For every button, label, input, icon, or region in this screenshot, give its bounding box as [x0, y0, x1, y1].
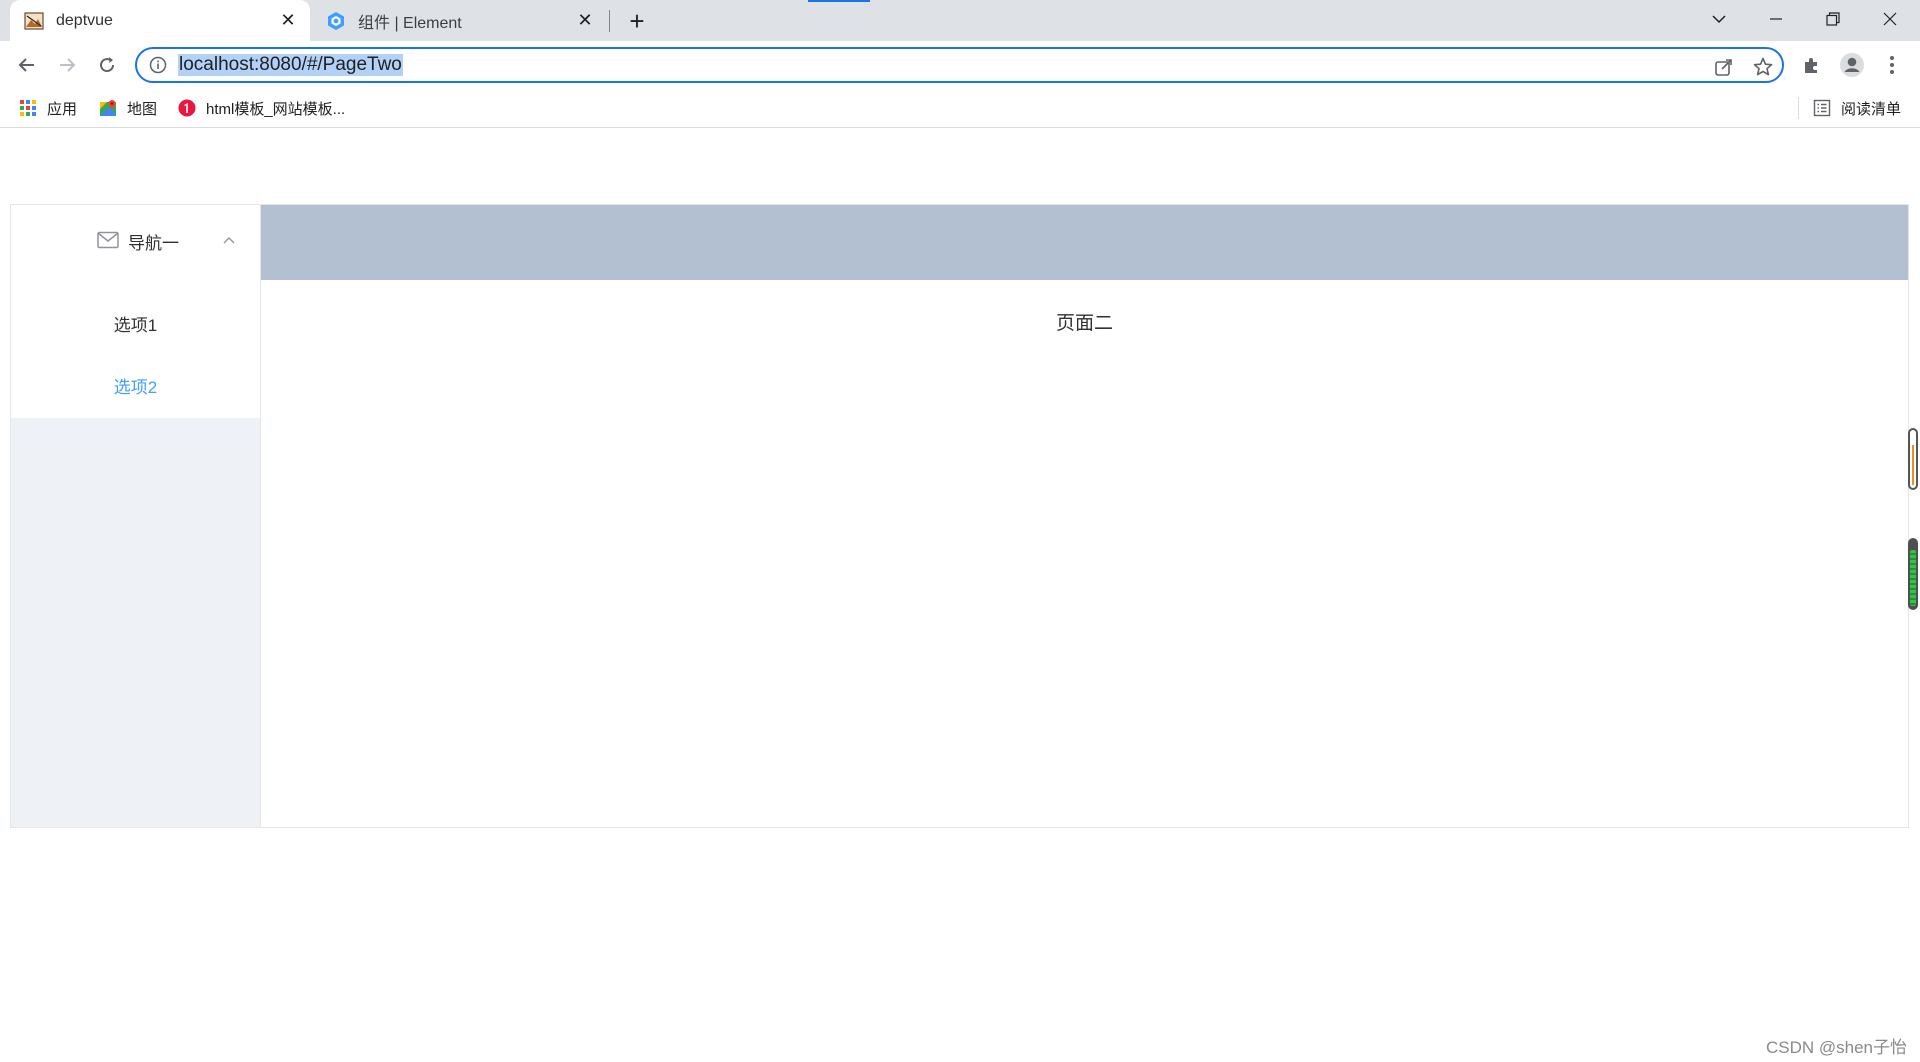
forward-button[interactable]: [51, 49, 83, 81]
arrow-right-icon: [60, 58, 76, 72]
new-tab-button[interactable]: +: [622, 6, 652, 36]
bookmark-html-templates[interactable]: html模板_网站模板...: [178, 89, 345, 127]
restore-icon: [1826, 12, 1840, 26]
page-content-text: 页面二: [1055, 313, 1113, 334]
bookmark-star-icon[interactable]: [1752, 56, 1774, 78]
avatar-icon: [1840, 53, 1864, 77]
tab-deptvue[interactable]: deptvue ✕: [10, 0, 310, 41]
tab-search-button[interactable]: [1691, 0, 1747, 38]
tab-close-icon[interactable]: ✕: [274, 7, 302, 35]
bookmarks-bar: 应用 地图 html模板_网站模板... 阅读清单: [0, 89, 1920, 128]
reading-list-button[interactable]: 阅读清单: [1813, 89, 1901, 127]
reload-button[interactable]: [91, 49, 123, 81]
minimize-button[interactable]: [1748, 0, 1804, 38]
back-button[interactable]: [11, 49, 43, 81]
address-bar[interactable]: localhost:8080/#/PageTwo: [135, 47, 1784, 83]
reading-list-icon: [1813, 99, 1831, 117]
tab-close-icon[interactable]: ✕: [571, 7, 599, 35]
bookmark-label: html模板_网站模板...: [206, 100, 346, 118]
main-content: 页面二: [261, 280, 1908, 827]
page-header: [261, 205, 1908, 280]
scroll-progress-fill: [1912, 445, 1914, 485]
battery-level-fill: [1910, 550, 1916, 606]
floating-scroll-widget[interactable]: [1908, 428, 1918, 490]
submenu-title-label: 导航一: [128, 234, 179, 253]
arrow-left-icon: [18, 58, 34, 72]
browser-tab-strip: deptvue ✕ 组件 | Element ✕ +: [0, 0, 1920, 41]
tab-element[interactable]: 组件 | Element ✕: [312, 0, 607, 41]
restore-button[interactable]: [1805, 0, 1861, 38]
kebab-menu-icon: [1890, 56, 1894, 74]
bookmark-label: 地图: [127, 100, 158, 118]
deptvue-favicon-icon: [24, 11, 44, 30]
puzzle-icon: [1805, 58, 1817, 73]
menu-item-option-1[interactable]: 选项1: [11, 295, 260, 351]
apps-grid-icon: [20, 100, 36, 116]
mail-icon: [97, 231, 119, 249]
close-window-button[interactable]: [1862, 0, 1918, 38]
floating-battery-widget[interactable]: [1908, 538, 1918, 610]
tabstrip-accent-line: [808, 0, 870, 2]
sidebar: 导航一 选项1 选项2: [11, 205, 261, 827]
tab-title: 组件 | Element: [358, 14, 462, 32]
browser-toolbar: localhost:8080/#/PageTwo: [0, 41, 1920, 89]
chevron-down-icon: [1712, 15, 1726, 24]
share-icon[interactable]: [1713, 56, 1735, 78]
submenu-nav-one[interactable]: 导航一: [11, 205, 260, 275]
maps-icon: [100, 100, 116, 116]
chevron-up-icon: [223, 237, 235, 244]
bookmark-apps[interactable]: 应用: [19, 89, 77, 127]
bookmark-label: 应用: [47, 100, 78, 118]
bookmarks-separator: [1798, 97, 1799, 119]
extensions-button[interactable]: [1796, 49, 1828, 81]
nav-menu: 导航一 选项1 选项2: [11, 205, 260, 418]
profile-button[interactable]: [1836, 49, 1868, 81]
tab-title: deptvue: [56, 11, 113, 29]
element-favicon-icon: [328, 11, 344, 30]
reload-icon: [100, 57, 115, 73]
red-bookmark-icon: [178, 99, 196, 117]
app-container: 导航一 选项1 选项2 页面二: [10, 204, 1909, 828]
csdn-watermark: CSDN @shen子怡: [1765, 1038, 1907, 1057]
browser-menu-button[interactable]: [1876, 49, 1908, 81]
tab-separator: [609, 10, 610, 32]
url-text[interactable]: localhost:8080/#/PageTwo: [178, 54, 403, 76]
minimize-icon: [1770, 18, 1782, 20]
menu-item-option-2[interactable]: 选项2: [11, 357, 260, 413]
close-icon: [1883, 12, 1897, 26]
reading-list-label: 阅读清单: [1841, 100, 1902, 118]
bookmark-maps[interactable]: 地图: [99, 89, 157, 127]
site-info-icon[interactable]: [149, 56, 167, 74]
